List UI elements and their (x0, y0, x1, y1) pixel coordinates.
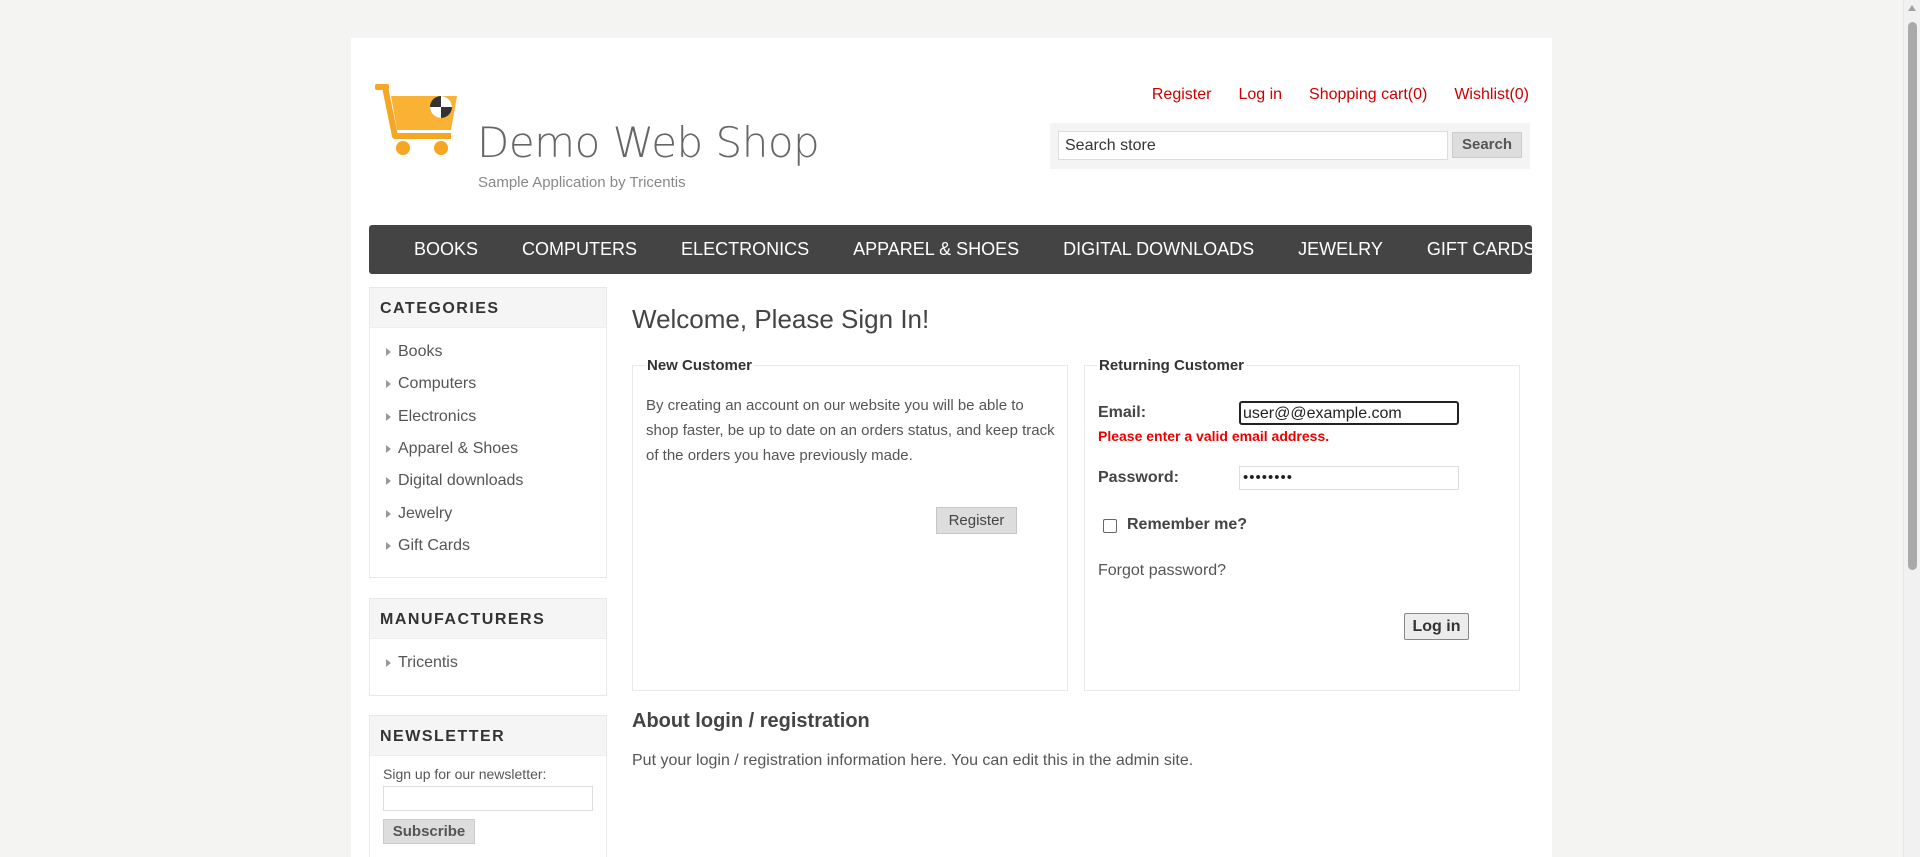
password-label: Password: (1098, 469, 1179, 486)
scroll-up-arrow-icon[interactable] (1908, 5, 1916, 11)
category-item-computers[interactable]: Computers (386, 368, 606, 400)
category-label[interactable]: Digital downloads (398, 472, 523, 490)
arrow-right-icon (386, 541, 391, 550)
arrow-right-icon (386, 445, 391, 454)
topmenu-books[interactable]: BOOKS (392, 239, 500, 260)
category-label[interactable]: Gift Cards (398, 537, 470, 555)
about-text: Put your login / registration informatio… (632, 752, 1194, 769)
category-label[interactable]: Books (398, 343, 442, 361)
category-item-jewelry[interactable]: Jewelry (386, 497, 606, 529)
password-field[interactable]: •••••••• (1239, 466, 1459, 490)
forgot-password-link[interactable]: Forgot password? (1098, 562, 1226, 580)
search-box: Search store Search (1050, 123, 1530, 169)
email-label: Email: (1098, 404, 1147, 421)
category-item-digital-downloads[interactable]: Digital downloads (386, 465, 606, 497)
header-links: Register Log in Shopping cart(0) Wishlis… (1152, 86, 1529, 104)
new-customer-description: By creating an account on our website yo… (646, 397, 1055, 464)
email-error-message: Please enter a valid email address. (1098, 428, 1330, 444)
shop-tagline: Sample Application by Tricentis (478, 174, 686, 191)
categories-title: CATEGORIES (370, 288, 606, 328)
shop-name: Demo Web Shop (477, 118, 820, 167)
category-label[interactable]: Computers (398, 375, 476, 393)
page-container: Demo Web Shop Sample Application by Tric… (351, 38, 1552, 857)
topmenu-electronics[interactable]: ELECTRONICS (659, 239, 831, 260)
wishlist-link[interactable]: Wishlist(0) (1454, 86, 1529, 104)
search-input[interactable]: Search store (1058, 131, 1448, 160)
new-customer-panel: New Customer By creating an account on o… (632, 357, 1068, 691)
login-button[interactable]: Log in (1404, 613, 1469, 640)
manufacturer-label[interactable]: Tricentis (398, 654, 458, 672)
shopping-cart-icon (375, 84, 457, 155)
category-label[interactable]: Electronics (398, 408, 476, 426)
category-item-books[interactable]: Books (386, 336, 606, 368)
email-field[interactable]: user@@example.com (1239, 401, 1459, 425)
search-button[interactable]: Search (1452, 132, 1522, 158)
manufacturer-item-tricentis[interactable]: Tricentis (386, 647, 606, 679)
newsletter-title: NEWSLETTER (370, 716, 606, 756)
subscribe-button[interactable]: Subscribe (383, 819, 475, 844)
login-link[interactable]: Log in (1238, 86, 1282, 104)
category-item-gift-cards[interactable]: Gift Cards (386, 530, 606, 562)
manufacturers-title: MANUFACTURERS (370, 599, 606, 639)
remember-me-label[interactable]: Remember me? (1127, 516, 1247, 534)
about-title: About login / registration (632, 710, 870, 732)
topmenu-jewelry[interactable]: JEWELRY (1276, 239, 1405, 260)
scrollbar-thumb[interactable] (1908, 22, 1917, 570)
newsletter-block: NEWSLETTER Sign up for our newsletter: S… (369, 715, 607, 857)
topmenu-computers[interactable]: COMPUTERS (500, 239, 659, 260)
category-item-electronics[interactable]: Electronics (386, 401, 606, 433)
register-button[interactable]: Register (936, 507, 1017, 534)
category-label[interactable]: Jewelry (398, 505, 452, 523)
returning-customer-title: Returning Customer (1097, 357, 1247, 374)
category-label[interactable]: Apparel & Shoes (398, 440, 518, 458)
arrow-right-icon (386, 348, 391, 357)
arrow-right-icon (386, 659, 391, 668)
arrow-right-icon (386, 380, 391, 389)
new-customer-title: New Customer (645, 357, 755, 374)
register-link[interactable]: Register (1152, 86, 1212, 104)
returning-customer-panel: Returning Customer Email: user@@example.… (1084, 357, 1520, 691)
shop-logo[interactable]: Demo Web Shop Sample Application by Tric… (375, 82, 820, 194)
top-menu: BOOKS COMPUTERS ELECTRONICS APPAREL & SH… (369, 225, 1536, 274)
topmenu-gift-cards[interactable]: GIFT CARDS (1405, 239, 1558, 260)
page-title: Welcome, Please Sign In! (632, 304, 930, 334)
topmenu-apparel-shoes[interactable]: APPAREL & SHOES (831, 239, 1041, 260)
manufacturers-block: MANUFACTURERS Tricentis (369, 598, 607, 696)
categories-block: CATEGORIES Books Computers Electronics A… (369, 287, 607, 578)
shopping-cart-link[interactable]: Shopping cart(0) (1309, 86, 1427, 104)
remember-me-checkbox[interactable] (1103, 519, 1117, 533)
arrow-right-icon (386, 509, 391, 518)
arrow-right-icon (386, 412, 391, 421)
newsletter-label: Sign up for our newsletter: (383, 766, 547, 782)
scrollbar[interactable] (1903, 0, 1920, 857)
topmenu-digital-downloads[interactable]: DIGITAL DOWNLOADS (1041, 239, 1276, 260)
newsletter-email-input[interactable] (383, 786, 593, 811)
category-item-apparel-shoes[interactable]: Apparel & Shoes (386, 433, 606, 465)
arrow-right-icon (386, 477, 391, 486)
